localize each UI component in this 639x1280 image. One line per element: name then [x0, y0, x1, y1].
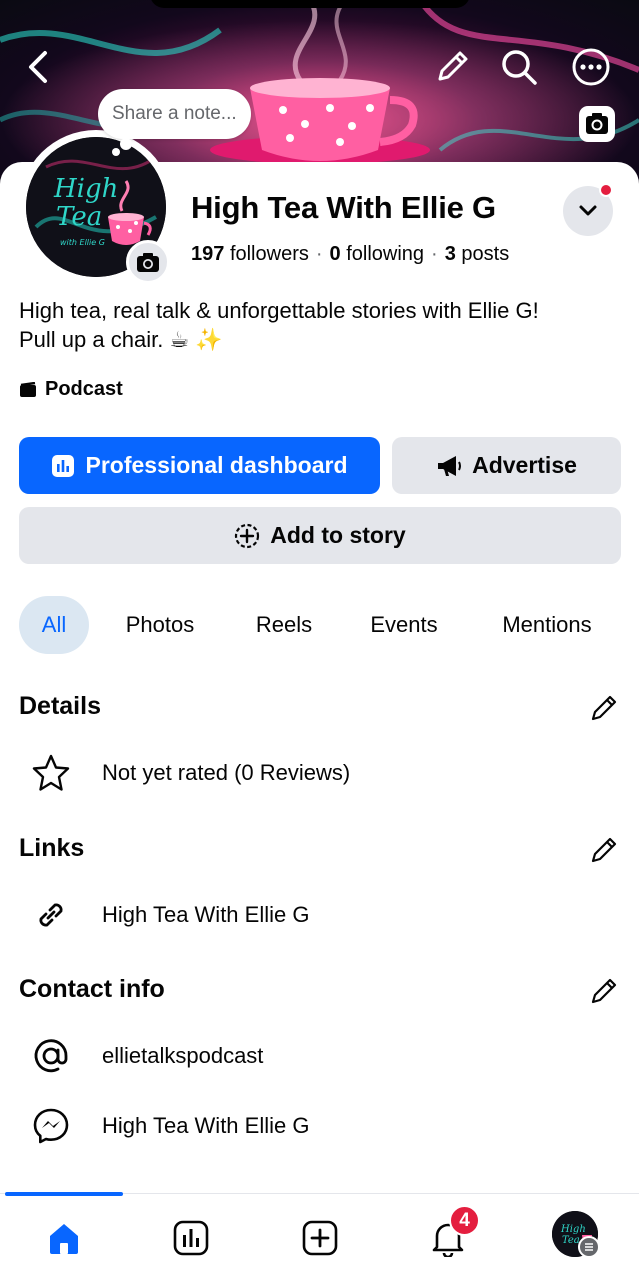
category-text: Podcast	[45, 378, 123, 400]
messenger-row[interactable]: High Tea With Ellie G	[29, 1104, 309, 1148]
nav-create[interactable]	[294, 1212, 346, 1264]
advertise-button[interactable]: Advertise	[392, 437, 621, 494]
notification-dot	[599, 183, 613, 197]
search-icon[interactable]	[497, 45, 541, 89]
professional-dashboard-label: Professional dashboard	[85, 452, 348, 478]
profile-stats: 197 followers · 0 following · 3 posts	[191, 243, 510, 265]
professional-dashboard-button[interactable]: Professional dashboard	[19, 437, 380, 494]
at-sign-icon	[29, 1034, 73, 1078]
device-notch	[150, 0, 470, 8]
star-icon	[29, 751, 73, 795]
note-bubble-tail	[120, 138, 132, 150]
content-tabs: All Photos Reels Events Mentions	[19, 596, 629, 654]
tab-reels[interactable]: Reels	[239, 596, 329, 654]
contact-info-heading: Contact info	[19, 975, 165, 1003]
nav-dashboard[interactable]	[165, 1212, 217, 1264]
menu-icon[interactable]	[578, 1236, 600, 1258]
svg-text:with Ellie G: with Ellie G	[60, 238, 105, 247]
svg-text:Tea: Tea	[562, 1235, 580, 1246]
tab-mentions[interactable]: Mentions	[482, 596, 612, 654]
megaphone-icon	[438, 455, 462, 476]
category-label: Podcast	[19, 378, 123, 401]
svg-text:High: High	[560, 1224, 586, 1235]
dashboard-icon	[52, 454, 75, 477]
posts-count[interactable]: 3	[445, 243, 456, 265]
back-icon[interactable]	[16, 45, 60, 89]
link-text[interactable]: High Tea With Ellie G	[102, 902, 309, 928]
bio-line-1: High tea, real talk & unforgettable stor…	[19, 298, 539, 323]
tab-all[interactable]: All	[19, 596, 89, 654]
note-bubble-tail-small	[112, 148, 120, 156]
link-row[interactable]: High Tea With Ellie G	[29, 893, 309, 937]
svg-text:High: High	[53, 174, 118, 204]
bottom-navigation	[0, 1192, 639, 1280]
following-count[interactable]: 0	[330, 243, 341, 265]
links-heading: Links	[19, 834, 85, 862]
dashboard-nav-icon	[173, 1220, 209, 1256]
edit-details-icon[interactable]	[588, 692, 620, 724]
svg-text:Tea: Tea	[56, 202, 102, 232]
rating-row[interactable]: Not yet rated (0 Reviews)	[29, 751, 350, 795]
instagram-handle: ellietalkspodcast	[102, 1043, 264, 1068]
following-label[interactable]: following	[346, 243, 424, 265]
cover-camera-icon[interactable]	[575, 102, 619, 146]
add-story-icon	[235, 523, 260, 548]
advertise-label: Advertise	[472, 452, 577, 478]
messenger-name: High Tea With Ellie G	[102, 1113, 310, 1138]
edit-links-icon[interactable]	[588, 834, 620, 866]
nav-home[interactable]	[38, 1212, 90, 1264]
home-icon	[50, 1224, 78, 1254]
posts-label[interactable]: posts	[461, 243, 509, 265]
link-icon	[29, 893, 73, 937]
details-heading: Details	[19, 692, 101, 720]
bio-line-2: Pull up a chair. ☕ ✨	[19, 327, 223, 352]
edit-pencil-icon[interactable]	[430, 45, 474, 89]
tab-photos[interactable]: Photos	[109, 596, 211, 654]
messenger-icon	[29, 1104, 73, 1148]
active-tab-indicator	[5, 1192, 123, 1196]
more-options-icon[interactable]	[569, 45, 613, 89]
notifications-badge: 4	[449, 1205, 480, 1236]
bio: High tea, real talk & unforgettable stor…	[19, 296, 619, 354]
followers-count[interactable]: 197	[191, 243, 224, 265]
followers-label[interactable]: followers	[230, 243, 309, 265]
rating-text: Not yet rated (0 Reviews)	[102, 760, 351, 785]
create-plus-icon	[302, 1220, 338, 1256]
tab-events[interactable]: Events	[354, 596, 454, 654]
page-title: High Tea With Ellie G	[191, 190, 496, 225]
clapperboard-icon	[20, 381, 36, 397]
profile-camera-icon[interactable]	[126, 240, 170, 284]
add-to-story-button[interactable]: Add to story	[19, 507, 621, 564]
chevron-down-icon	[579, 205, 597, 216]
instagram-row[interactable]: ellietalkspodcast	[29, 1034, 263, 1078]
share-note-bubble[interactable]: Share a note...	[98, 89, 251, 139]
edit-contact-icon[interactable]	[588, 975, 620, 1007]
add-to-story-label: Add to story	[270, 522, 406, 548]
